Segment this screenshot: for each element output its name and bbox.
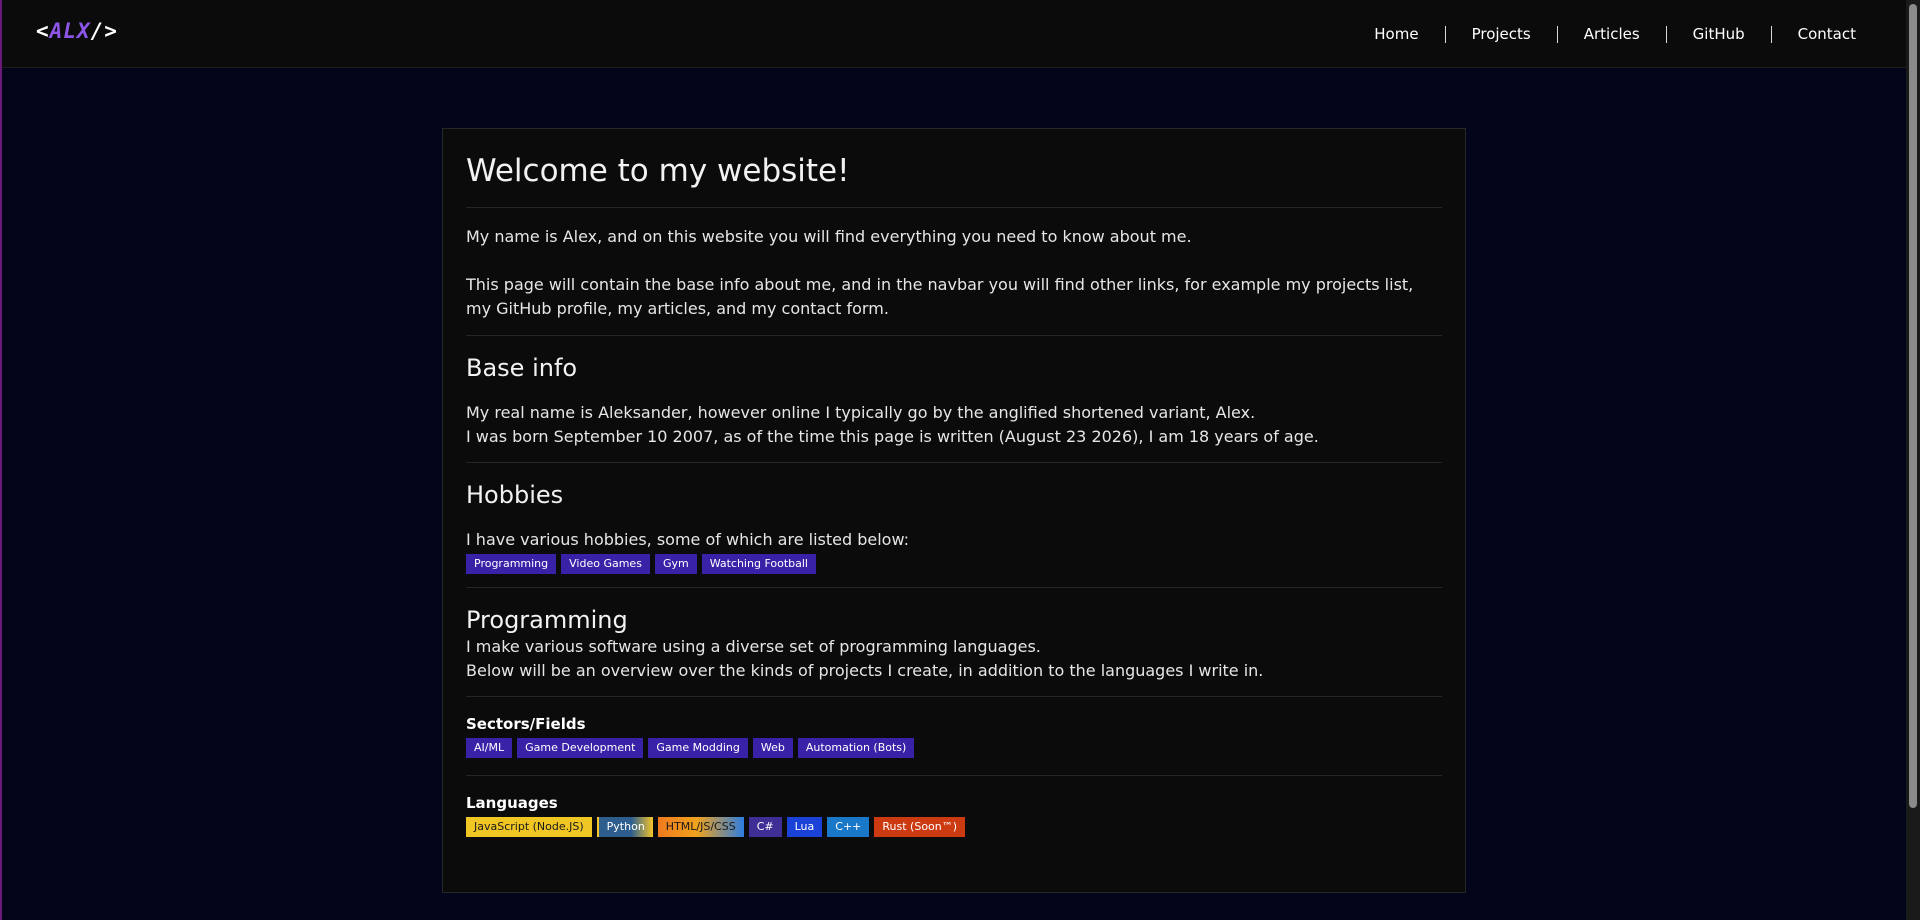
hobbies-text: I have various hobbies, some of which ar… bbox=[466, 530, 910, 549]
sectors-heading: Sectors/Fields bbox=[466, 715, 586, 733]
intro-text-2: This page will contain the base info abo… bbox=[466, 275, 1414, 318]
nav-link-articles[interactable]: Articles bbox=[1556, 25, 1666, 43]
programming-line: Below will be an overview over the kinds… bbox=[466, 661, 1264, 680]
tag-javascript: JavaScript (Node.JS) bbox=[466, 817, 592, 837]
intro-text: My name is Alex, and on this website you… bbox=[466, 227, 1192, 246]
page-scrollbar[interactable] bbox=[1906, 0, 1920, 920]
divider bbox=[466, 775, 1442, 776]
tag-ai-ml: AI/ML bbox=[466, 738, 513, 758]
base-info-heading: Base info bbox=[466, 354, 578, 382]
base-info-line: I was born September 10 2007, as of the … bbox=[466, 427, 1319, 446]
base-info-line: My real name is Aleksander, however onli… bbox=[466, 403, 1256, 422]
logo-close: /> bbox=[90, 19, 118, 43]
nav-link-home[interactable]: Home bbox=[1348, 25, 1444, 43]
divider bbox=[466, 587, 1442, 588]
tag-gym: Gym bbox=[654, 554, 697, 574]
tag-video-games: Video Games bbox=[561, 554, 650, 574]
tag-rust: Rust (Soon™) bbox=[874, 817, 966, 837]
tag-automation: Automation (Bots) bbox=[797, 738, 915, 758]
divider bbox=[466, 335, 1442, 336]
programming-line: I make various software using a diverse … bbox=[466, 637, 1041, 656]
tag-programming: Programming bbox=[466, 554, 557, 574]
nav-link-projects[interactable]: Projects bbox=[1444, 25, 1557, 43]
tag-watching-football: Watching Football bbox=[701, 554, 816, 574]
divider bbox=[466, 207, 1442, 208]
tag-csharp: C# bbox=[748, 817, 782, 837]
window-edge bbox=[0, 0, 2, 920]
tag-game-development: Game Development bbox=[517, 738, 644, 758]
hobbies-tags: Programming Video Games Gym Watching Foo… bbox=[466, 554, 1442, 574]
sectors-tags: AI/ML Game Development Game Modding Web … bbox=[466, 738, 1442, 758]
tag-lua: Lua bbox=[786, 817, 823, 837]
tag-python: Python bbox=[596, 817, 653, 837]
programming-heading: Programming bbox=[466, 606, 628, 634]
navbar: <ALX/> Home Projects Articles GitHub Con… bbox=[2, 0, 1906, 68]
nav-link-contact[interactable]: Contact bbox=[1770, 25, 1856, 43]
tag-cpp: C++ bbox=[827, 817, 870, 837]
page-title: Welcome to my website! bbox=[466, 153, 850, 189]
tag-web: Web bbox=[752, 738, 793, 758]
nav-link-github[interactable]: GitHub bbox=[1665, 25, 1771, 43]
nav-links: Home Projects Articles GitHub Contact bbox=[1348, 0, 1856, 68]
hobbies-heading: Hobbies bbox=[466, 481, 564, 509]
site-logo[interactable]: <ALX/> bbox=[36, 19, 118, 43]
languages-tags: JavaScript (Node.JS) Python HTML/JS/CSS … bbox=[466, 817, 1442, 837]
logo-text: ALX bbox=[49, 19, 91, 43]
logo-open: < bbox=[36, 19, 50, 43]
scrollbar-thumb[interactable] bbox=[1909, 4, 1917, 808]
tag-html-js-css: HTML/JS/CSS bbox=[657, 817, 744, 837]
tag-game-modding: Game Modding bbox=[648, 738, 748, 758]
divider bbox=[466, 462, 1442, 463]
content-card: Welcome to my website! My name is Alex, … bbox=[442, 128, 1466, 893]
languages-heading: Languages bbox=[466, 794, 558, 812]
divider bbox=[466, 696, 1442, 697]
